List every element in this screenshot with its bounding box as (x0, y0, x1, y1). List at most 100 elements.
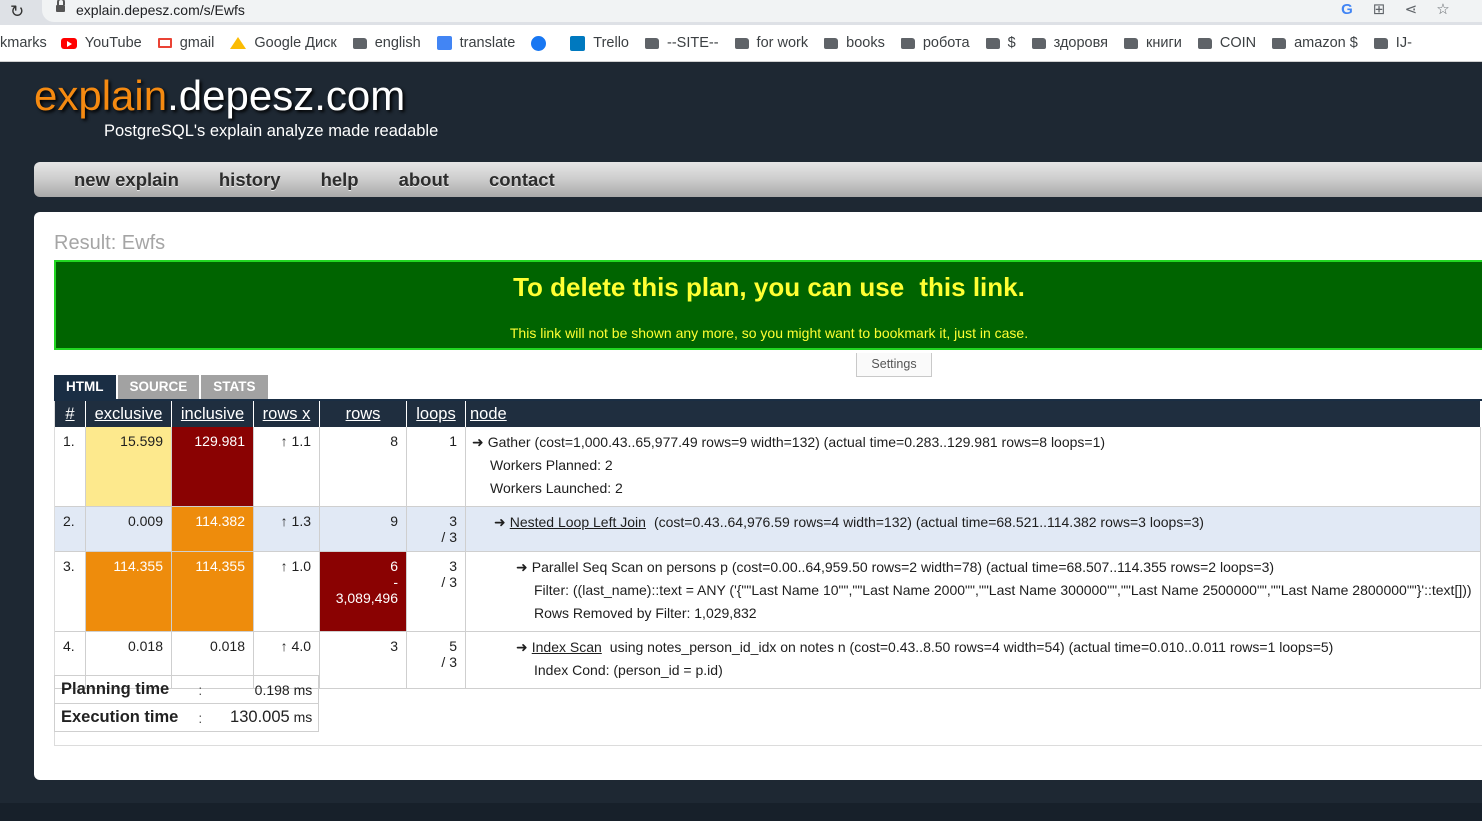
bookmark-item[interactable]: amazon $ (1272, 35, 1358, 51)
bookmark-item[interactable] (531, 35, 554, 51)
plan-node: ➜ Nested Loop Left Join (cost=0.43..64,976… (465, 506, 1481, 552)
nav-help[interactable]: help (321, 169, 359, 191)
folder-icon (824, 37, 839, 49)
folder-icon (1124, 37, 1139, 49)
facebook-icon (531, 35, 547, 51)
rows-estimate-ratio: ↑ 1.0 (253, 551, 320, 632)
bookmark-item[interactable]: книги (1124, 35, 1182, 51)
col-node-header[interactable]: node (465, 401, 1481, 427)
folder-icon (734, 37, 749, 49)
bookmark-label: робота (922, 35, 970, 51)
arrow-right-icon: ➜ (494, 514, 506, 530)
folder-icon (1272, 37, 1287, 49)
bookmark-item[interactable]: kmarks (0, 35, 47, 51)
planning-time-label: Planning time (54, 675, 185, 704)
exclusive-time: 0.009 (85, 506, 172, 552)
delete-plan-link[interactable]: this link (919, 272, 1017, 302)
bookmark-item[interactable]: --SITE-- (645, 35, 719, 51)
site-tagline: PostgreSQL's explain analyze made readab… (104, 122, 439, 140)
rows-value: 3 (390, 638, 398, 654)
banner-text: To delete this plan, you can use (513, 272, 905, 302)
exclusive-time: 114.355 (85, 551, 172, 632)
loops-count: 3/ 3 (406, 506, 466, 552)
address-bar[interactable]: explain.depesz.com/s/Ewfs G ⊞ ⋖ ☆ (42, 0, 1482, 22)
translate-page-icon[interactable]: ⊞ (1370, 0, 1388, 20)
delete-plan-banner: To delete this plan, you can use this li… (54, 260, 1482, 350)
bookmark-item[interactable]: COIN (1197, 35, 1256, 51)
folder-icon (900, 37, 915, 49)
execution-time-sep: : (184, 703, 217, 732)
node-details: using notes_person_id_idx on notes n (co… (609, 639, 1334, 655)
nav-new-explain[interactable]: new explain (74, 169, 179, 191)
youtube-icon (60, 37, 77, 49)
node-details: (cost=0.43..64,976.59 rows=4 width=132) … (653, 514, 1204, 530)
loops-count: 3/ 3 (406, 551, 466, 632)
rows-value: 9 (390, 513, 398, 529)
logo-part-explain: explain (34, 72, 168, 119)
node-summary: ➜ Index Scan using notes_person_id_idx on … (516, 636, 1472, 659)
google-drive-icon (230, 37, 247, 49)
bookmark-label: YouTube (84, 35, 142, 51)
tab-html[interactable]: HTML (54, 375, 116, 399)
col-exclusive-header[interactable]: exclusive (85, 401, 172, 427)
tab-source[interactable]: SOURCE (117, 375, 200, 399)
node-type-link[interactable]: Nested Loop Left Join (510, 514, 646, 530)
bookmark-label: $ (1007, 35, 1016, 51)
share-icon[interactable]: ⋖ (1402, 0, 1420, 20)
bookmark-item[interactable]: for work (734, 35, 808, 51)
loops-value: 5 (449, 638, 457, 654)
col-rows-header[interactable]: rows (319, 401, 407, 427)
banner-suffix: . (1017, 272, 1025, 302)
settings-button[interactable]: Settings (856, 353, 932, 377)
plan-table: # exclusive inclusive rows x rows loops … (55, 401, 1481, 689)
bookmark-item[interactable]: здоровя (1031, 35, 1108, 51)
planning-time-sep: : (184, 675, 217, 704)
node-extra-info: Workers Planned: 2 (490, 457, 613, 473)
node-extra-info: Index Cond: (person_id = p.id) (534, 662, 723, 678)
banner-note: This link will not be shown any more, so… (509, 325, 1029, 341)
nav-about[interactable]: about (399, 169, 449, 191)
node-details: (cost=0.00..64,959.50 rows=2 width=78) (… (731, 559, 1275, 575)
bookmark-item[interactable]: YouTube (60, 35, 142, 51)
col-index-header[interactable]: # (55, 401, 86, 427)
tab-stats[interactable]: STATS (201, 375, 268, 399)
plan-row: 3. 114.355 114.355 ↑ 1.0 6- 3,089,496 3/ 3 ➜ Pa… (55, 551, 1481, 632)
rows-count: 8 (319, 427, 407, 507)
arrow-right-icon: ➜ (472, 434, 484, 450)
bookmark-item[interactable]: робота (900, 35, 970, 51)
col-inclusive-header[interactable]: inclusive (171, 401, 254, 427)
col-rows-x-header[interactable]: rows x (253, 401, 320, 427)
content-panel: Result: Ewfs To delete this plan, you ca… (34, 212, 1482, 780)
nav-history[interactable]: history (219, 169, 281, 191)
folder-icon (352, 37, 367, 49)
timing-summary: Planning time : 0.198 ms Execution time … (54, 675, 320, 732)
loops-workers: / 3 (441, 654, 457, 670)
bookmark-item[interactable]: $ (985, 35, 1016, 51)
bookmark-item[interactable]: gmail (157, 35, 214, 51)
bookmark-star-icon[interactable]: ☆ (1434, 0, 1452, 20)
google-lens-icon[interactable]: G (1338, 0, 1356, 20)
bookmark-item[interactable]: english (352, 35, 421, 51)
site-logo[interactable]: explain.depesz.com (34, 72, 405, 120)
node-type-link[interactable]: Index Scan (532, 639, 602, 655)
bookmark-item[interactable]: books (824, 35, 885, 51)
bookmark-item[interactable]: Trello (570, 35, 629, 51)
bookmark-item[interactable]: Google Диск (230, 35, 337, 51)
rows-count: 9 (319, 506, 407, 552)
col-loops-header[interactable]: loops (406, 401, 466, 427)
nav-contact[interactable]: contact (489, 169, 555, 191)
banner-message: To delete this plan, you can use this li… (56, 272, 1482, 303)
row-index: 1. (55, 427, 86, 507)
arrow-right-icon: ➜ (516, 559, 528, 575)
node-extra-info: Filter: ((last_name)::text = ANY ('{""La… (534, 582, 1472, 598)
bookmark-item[interactable]: IJ- (1373, 35, 1412, 51)
bookmark-item[interactable]: translate (436, 35, 515, 51)
node-summary: ➜ Gather (cost=1,000.43..65,977.49 rows=9 … (472, 431, 1472, 454)
url-text[interactable]: explain.depesz.com/s/Ewfs (76, 0, 245, 20)
bookmark-label: kmarks (0, 35, 47, 51)
address-bar-actions: G ⊞ ⋖ ☆ (1338, 0, 1452, 20)
loops-value: 3 (449, 558, 457, 574)
plan-node: ➜ Gather (cost=1,000.43..65,977.49 rows=9 … (465, 427, 1481, 507)
reload-icon[interactable]: ↻ (10, 2, 24, 22)
rows-count: 3 (319, 631, 407, 689)
